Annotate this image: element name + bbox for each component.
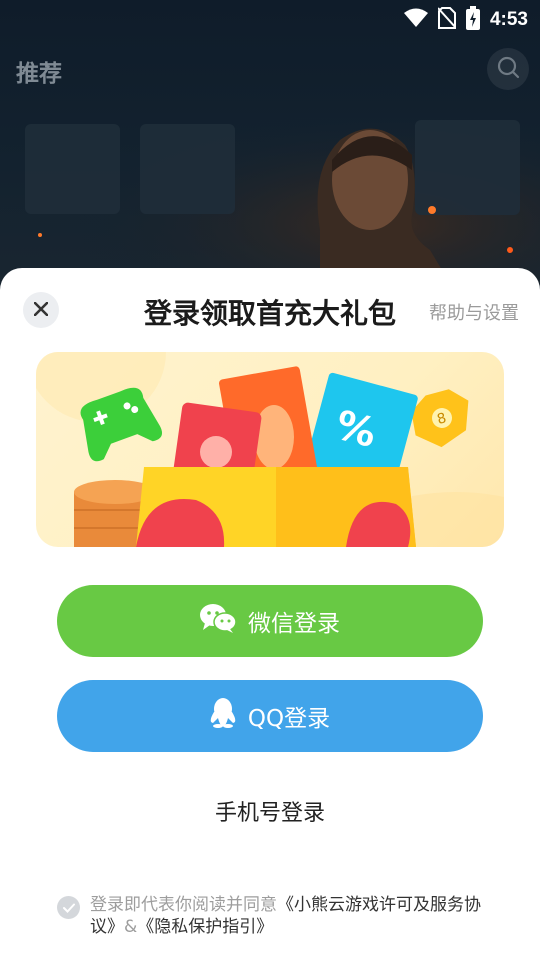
background-app: 4:53 推荐 — [0, 0, 540, 300]
login-sheet: 登录领取首充大礼包 帮助与设置 8 % 微信登录 QQ登录 手机号登录 登录即代… — [0, 268, 540, 960]
wechat-login-button[interactable]: 微信登录 — [57, 585, 483, 657]
agreement-text: 登录即代表你阅读并同意《小熊云游戏许可及服务协议》&《隐私保护指引》 — [90, 894, 497, 938]
qq-login-button[interactable]: QQ登录 — [57, 680, 483, 752]
qq-login-label: QQ登录 — [247, 706, 331, 732]
wifi-icon — [403, 8, 428, 32]
no-sim-icon — [437, 7, 457, 33]
agreement-row: 登录即代表你阅读并同意《小熊云游戏许可及服务协议》&《隐私保护指引》 — [57, 894, 497, 938]
battery-charging-icon — [465, 6, 480, 34]
agreement-prefix: 登录即代表你阅读并同意 — [90, 895, 277, 915]
status-bar: 4:53 — [0, 0, 540, 36]
search-button[interactable] — [487, 48, 529, 90]
agreement-checkbox[interactable] — [57, 896, 80, 919]
wechat-login-label: 微信登录 — [248, 611, 340, 637]
gift-pack-banner: 8 % — [36, 352, 504, 547]
tab-recommended[interactable]: 推荐 — [16, 54, 62, 88]
wechat-icon — [200, 603, 237, 639]
phone-login-link[interactable]: 手机号登录 — [0, 795, 540, 827]
agreement-separator: & — [124, 917, 138, 937]
status-time: 4:53 — [489, 9, 528, 30]
search-icon — [496, 55, 520, 83]
check-icon — [62, 898, 75, 917]
help-settings-link[interactable]: 帮助与设置 — [429, 299, 519, 325]
qq-icon — [210, 698, 236, 734]
privacy-policy-link[interactable]: 《隐私保护指引》 — [137, 917, 273, 937]
